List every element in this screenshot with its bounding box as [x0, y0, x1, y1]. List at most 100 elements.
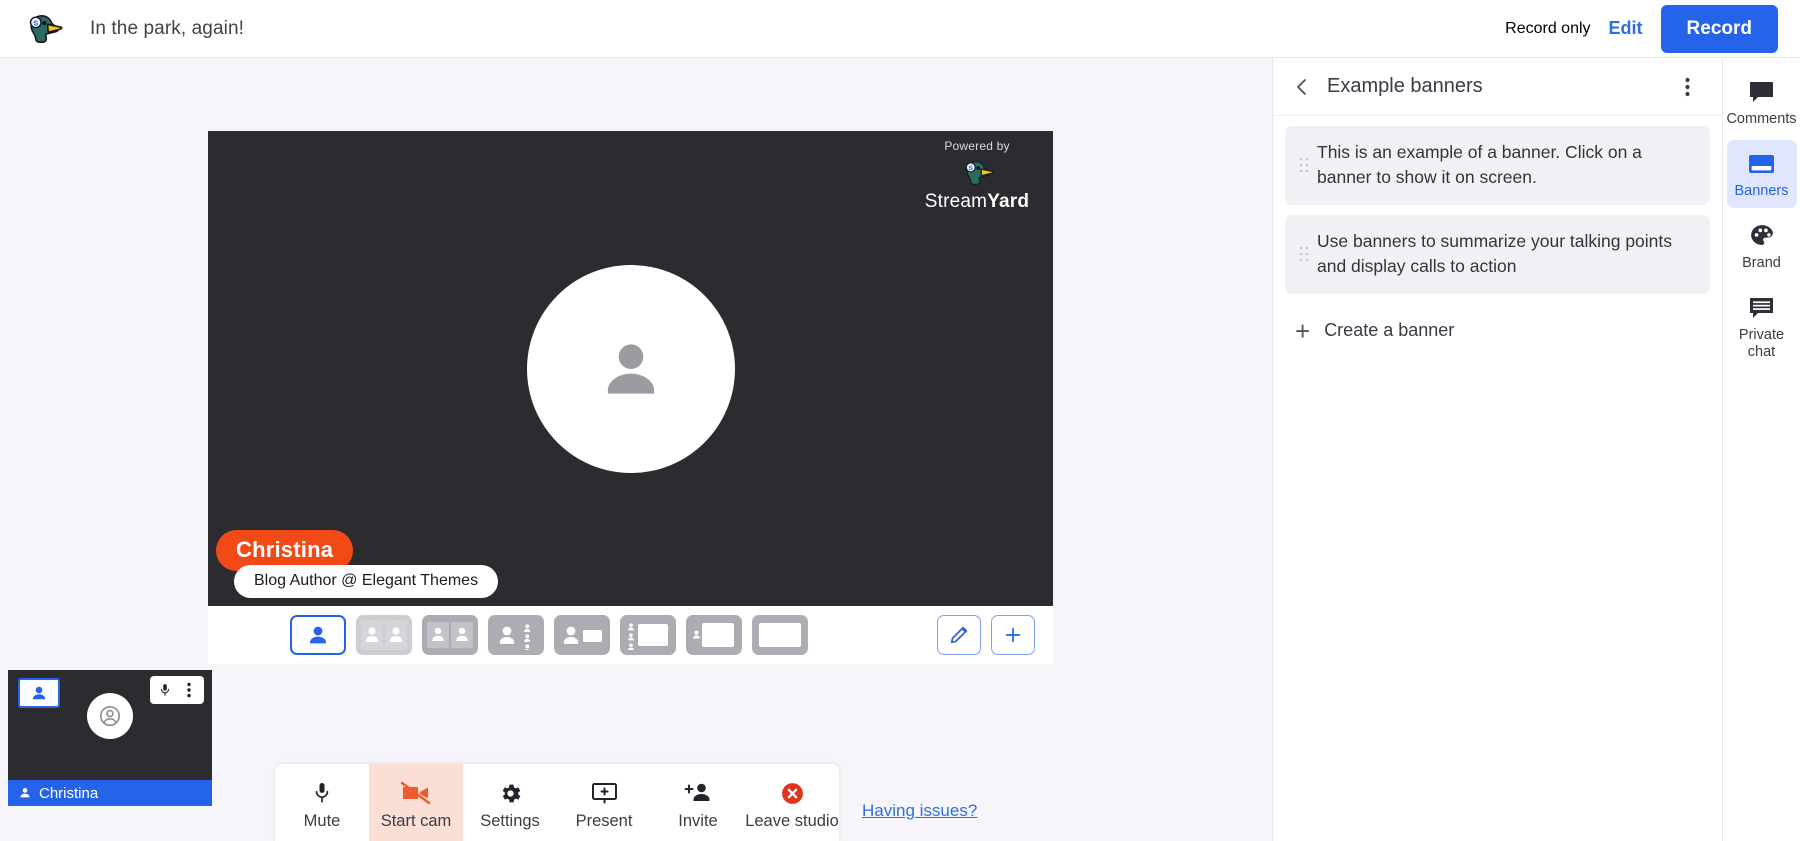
svg-text:S: S [33, 18, 38, 27]
having-issues-link[interactable]: Having issues? [862, 801, 977, 821]
name-banner-overlay: Christina Blog Author @ Elegant Themes [216, 530, 498, 598]
layout-action-buttons [937, 615, 1035, 655]
banner-card[interactable]: This is an example of a banner. Click on… [1285, 126, 1710, 205]
palette-icon [1749, 222, 1775, 250]
app-header: S In the park, again! Record only Edit R… [0, 0, 1800, 58]
layout-options [290, 615, 808, 655]
studio-controls: Mute Start cam [274, 763, 840, 841]
rail-label-private-chat: Private chat [1729, 327, 1795, 361]
start-cam-button[interactable]: Start cam [369, 764, 463, 841]
record-button[interactable]: Record [1661, 5, 1778, 53]
private-chat-icon [1748, 294, 1775, 322]
banner-card[interactable]: Use banners to summarize your talking po… [1285, 215, 1710, 294]
add-person-icon [684, 780, 712, 806]
bottom-bar: Mute Start cam [0, 755, 1272, 841]
add-layout-button[interactable] [991, 615, 1035, 655]
banner-icon [1748, 150, 1775, 178]
panel-back-button[interactable] [1285, 70, 1319, 104]
create-banner-button[interactable]: + Create a banner [1285, 304, 1460, 358]
powered-by-label: Powered by [917, 139, 1037, 153]
brand-wordmark: StreamYard [917, 191, 1037, 213]
screen-pip-layout-icon [691, 621, 737, 649]
rail-item-brand[interactable]: Brand [1727, 212, 1797, 280]
layout-option-stack-screen[interactable] [620, 615, 676, 655]
drag-handle-icon[interactable] [1291, 157, 1317, 173]
present-button[interactable]: Present [557, 764, 651, 841]
solo-layout-icon [28, 684, 50, 702]
person-screen-layout-icon [559, 621, 605, 649]
gear-icon [498, 780, 523, 806]
mute-label: Mute [304, 812, 341, 831]
panel-menu-button[interactable] [1670, 70, 1704, 104]
studio-body: Powered by S StreamYard [0, 58, 1800, 841]
present-label: Present [576, 812, 633, 831]
pencil-icon [948, 624, 970, 646]
present-screen-icon [591, 780, 618, 806]
layout-option-solo[interactable] [290, 615, 346, 655]
rail-label-banners: Banners [1734, 183, 1788, 200]
create-banner-label: Create a banner [1324, 320, 1454, 341]
plus-icon: + [1295, 318, 1310, 344]
streamyard-duck-logo: S [22, 9, 64, 49]
invite-label: Invite [678, 812, 717, 831]
settings-label: Settings [480, 812, 540, 831]
layout-option-screen-pip[interactable] [686, 615, 742, 655]
stage-column: Powered by S StreamYard [0, 58, 1272, 841]
start-cam-label: Start cam [381, 812, 452, 831]
stage-wrapper: Powered by S StreamYard [208, 131, 1053, 664]
layout-option-one-plus-stack[interactable] [488, 615, 544, 655]
svg-text:S: S [969, 165, 973, 172]
two-up-layout-icon [361, 620, 407, 650]
camera-off-icon [401, 780, 431, 806]
edit-layout-button[interactable] [937, 615, 981, 655]
panel-body: This is an example of a banner. Click on… [1273, 116, 1722, 841]
settings-button[interactable]: Settings [463, 764, 557, 841]
banner-text: Use banners to summarize your talking po… [1317, 229, 1696, 280]
banners-panel: Example banners This [1272, 58, 1722, 841]
tile-controls [150, 676, 204, 704]
person-avatar-icon [594, 332, 668, 406]
banner-subtitle: Blog Author @ Elegant Themes [234, 565, 498, 598]
stage-avatar [527, 265, 735, 473]
rail-item-private-chat[interactable]: Private chat [1727, 284, 1797, 369]
tile-avatar [87, 693, 133, 739]
rail-item-comments[interactable]: Comments [1727, 68, 1797, 136]
comment-bubble-icon [1748, 78, 1775, 106]
layout-option-two-up-alt[interactable] [422, 615, 478, 655]
one-plus-stack-layout-icon [493, 620, 539, 650]
rail-label-comments: Comments [1726, 111, 1796, 128]
tile-mic-button[interactable] [154, 678, 176, 702]
stack-screen-layout-icon [625, 620, 671, 650]
panel-title: Example banners [1327, 75, 1483, 98]
drag-handle-icon[interactable] [1291, 246, 1317, 262]
leave-studio-button[interactable]: Leave studio [745, 764, 839, 841]
chevron-left-icon [1294, 77, 1310, 97]
powered-by-watermark: Powered by S StreamYard [917, 139, 1037, 213]
streamyard-duck-logo: S [955, 156, 999, 190]
video-stage[interactable]: Powered by S StreamYard [208, 131, 1053, 606]
microphone-icon [312, 780, 332, 806]
layout-option-person-screen[interactable] [554, 615, 610, 655]
plus-icon [1002, 624, 1024, 646]
layout-option-two-up[interactable] [356, 615, 412, 655]
layout-option-screen-only[interactable] [752, 615, 808, 655]
invite-button[interactable]: Invite [651, 764, 745, 841]
edit-link[interactable]: Edit [1609, 18, 1643, 39]
leave-studio-label: Leave studio [745, 812, 839, 831]
banner-text: This is an example of a banner. Click on… [1317, 140, 1696, 191]
tile-layout-button[interactable] [18, 678, 60, 708]
mute-button[interactable]: Mute [275, 764, 369, 841]
kebab-menu-icon [1685, 77, 1690, 97]
layout-toolbar [208, 606, 1053, 664]
tile-menu-button[interactable] [178, 678, 200, 702]
brand-wordmark-light: Stream [925, 191, 987, 212]
brand-wordmark-bold: Yard [987, 191, 1029, 212]
panel-header: Example banners [1273, 58, 1722, 116]
two-up-alt-layout-icon [427, 622, 473, 648]
streamyard-studio: S In the park, again! Record only Edit R… [0, 0, 1800, 841]
rail-label-brand: Brand [1742, 255, 1781, 272]
tool-rail: Comments Banners [1722, 58, 1800, 841]
rail-item-banners[interactable]: Banners [1727, 140, 1797, 208]
solo-layout-icon [304, 623, 332, 647]
record-only-label: Record only [1505, 20, 1590, 38]
